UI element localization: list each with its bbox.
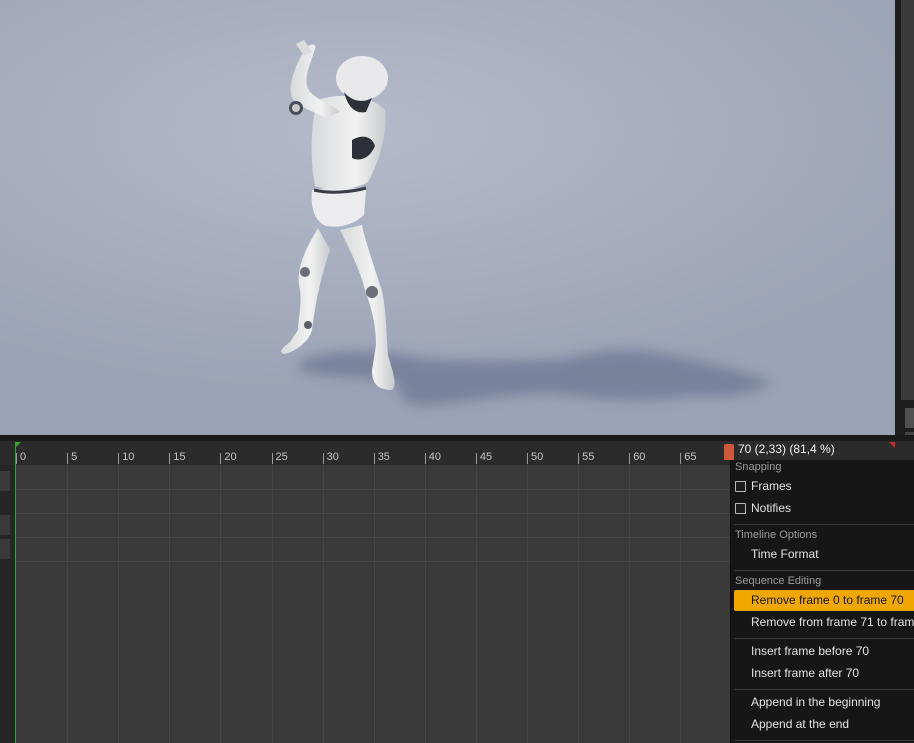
ruler-tick-label: 65	[684, 451, 697, 463]
start-marker-flag[interactable]	[15, 442, 21, 448]
menu-item-insert-frame-after[interactable]: Insert frame after 70	[734, 663, 914, 684]
track-grid-line	[629, 465, 631, 743]
playhead-handle[interactable]	[724, 444, 734, 460]
menu-item-label: Append at the end	[751, 717, 850, 731]
menu-item-label: Remove frame 0 to frame 70	[751, 593, 904, 607]
ruler-tick-label: 40	[428, 451, 442, 463]
ruler-tick	[629, 453, 631, 464]
ruler-tick-label: 5	[71, 451, 78, 463]
frames-checkbox[interactable]	[735, 481, 746, 492]
ruler-tick	[373, 453, 375, 464]
ruler-tick-label: 55	[582, 451, 595, 463]
details-panel-edge	[895, 0, 914, 440]
menu-section-timeline-options: Timeline Options	[735, 529, 818, 541]
track-grid-line	[680, 465, 682, 743]
menu-item-insert-frame-before[interactable]: Insert frame before 70	[734, 641, 914, 662]
menu-item-frames[interactable]: Frames	[734, 476, 914, 497]
ruler-tick	[118, 453, 120, 464]
playhead-label: 70 (2,33) (81,4 %)	[738, 442, 835, 456]
menu-item-label: Insert frame after 70	[751, 666, 860, 680]
menu-item-remove-frames-before[interactable]: Remove frame 0 to frame 70	[734, 590, 914, 611]
track-header[interactable]	[0, 515, 10, 535]
ruler-tick-label: 0	[20, 451, 27, 463]
track-grid-line	[271, 465, 273, 743]
ruler-tick	[220, 453, 222, 464]
character-shadow	[300, 350, 772, 406]
notifies-checkbox[interactable]	[735, 503, 746, 514]
ruler-tick-label: 45	[479, 451, 493, 463]
menu-item-append-beginning[interactable]: Append in the beginning	[734, 692, 914, 713]
track-grid-line	[373, 465, 375, 743]
track-grid-line	[475, 465, 477, 743]
animation-viewport[interactable]	[0, 0, 895, 435]
menu-item-append-end[interactable]: Append at the end	[734, 714, 914, 735]
ruler-tick-label: 60	[633, 451, 646, 463]
menu-divider	[734, 570, 914, 571]
start-marker-line	[15, 444, 16, 743]
menu-item-label: Notifies	[751, 501, 792, 515]
menu-section-sequence-editing: Sequence Editing	[735, 575, 822, 587]
ruler-tick	[322, 453, 324, 464]
panel-tab[interactable]	[905, 408, 914, 428]
track-grid-line	[322, 465, 324, 743]
ruler-tick-label: 20	[224, 451, 237, 463]
timeline-context-menu: Snapping Frames Notifies Timeline Option…	[730, 460, 914, 743]
ruler-tick	[67, 453, 69, 464]
track-row-line	[15, 513, 731, 514]
track-grid-line	[169, 465, 171, 743]
end-marker-flag[interactable]	[889, 442, 895, 448]
ruler-tick	[475, 453, 477, 464]
track-header[interactable]	[0, 539, 10, 559]
ruler-tick	[169, 453, 171, 464]
track-grid-line	[118, 465, 120, 743]
mannequin-preview	[281, 40, 772, 406]
menu-item-remove-frames-after[interactable]: Remove from frame 71 to fram	[734, 612, 914, 633]
timeline-tracks-area[interactable]	[15, 465, 731, 743]
menu-divider	[734, 524, 914, 525]
menu-item-time-format[interactable]: Time Format	[734, 544, 914, 565]
track-header[interactable]	[0, 471, 10, 491]
menu-item-label: Remove from frame 71 to fram	[751, 615, 914, 629]
menu-divider	[734, 689, 914, 690]
track-grid-line	[527, 465, 528, 743]
menu-item-notifies[interactable]: Notifies	[734, 498, 914, 519]
menu-item-label: Frames	[751, 479, 792, 493]
ruler-tick-label: 15	[173, 451, 186, 463]
menu-item-label: Time Format	[751, 547, 819, 561]
track-grid-line	[220, 465, 222, 743]
ruler-tick-label: 50	[531, 451, 544, 463]
ruler-tick-label: 35	[377, 451, 390, 463]
ruler-tick	[16, 453, 17, 464]
track-grid-line	[424, 465, 426, 743]
ruler-tick	[424, 453, 426, 464]
ruler-tick-label: 25	[275, 451, 288, 463]
ruler-tick-label: 10	[122, 451, 135, 463]
ruler-tick	[680, 453, 682, 464]
ruler-tick-label: 30	[326, 451, 339, 463]
track-grid-line	[67, 465, 69, 743]
track-grid-line	[578, 465, 580, 743]
menu-item-label: Insert frame before 70	[751, 644, 870, 658]
ruler-tick	[271, 453, 273, 464]
ruler-tick	[527, 453, 528, 464]
menu-item-label: Append in the beginning	[751, 695, 881, 709]
menu-divider	[734, 740, 914, 741]
track-row-line	[15, 489, 731, 490]
track-row-line	[15, 561, 731, 562]
track-list-gutter	[0, 465, 14, 743]
track-row-line	[15, 537, 731, 538]
ruler-tick	[578, 453, 580, 464]
menu-divider	[734, 638, 914, 639]
menu-section-snapping: Snapping	[735, 461, 782, 473]
